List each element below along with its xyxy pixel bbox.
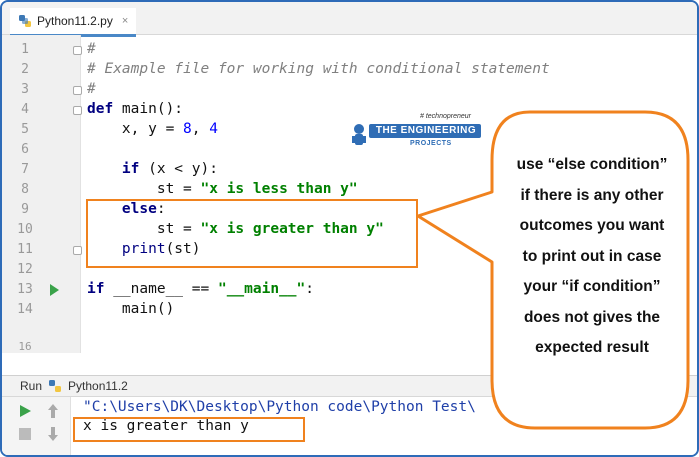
- callout-line: to print out in case: [522, 247, 662, 265]
- callout-line: your “if condition”: [523, 278, 661, 295]
- logo-sub: PROJECTS: [410, 140, 452, 147]
- callout-line: does not gives the: [523, 308, 661, 326]
- callout-line: expected result: [535, 339, 649, 356]
- logo-tagline: # technopreneur: [420, 113, 471, 120]
- callout-line: use “else condition”: [516, 156, 668, 173]
- engineering-projects-logo: # technopreneur THE ENGINEERING PROJECTS: [350, 113, 482, 153]
- logo-brand: THE ENGINEERING: [375, 125, 477, 136]
- callout-text: use “else condition” if there is any oth…: [493, 150, 691, 364]
- callout-line: if there is any other: [520, 186, 664, 204]
- callout-line: outcomes you want: [519, 217, 665, 234]
